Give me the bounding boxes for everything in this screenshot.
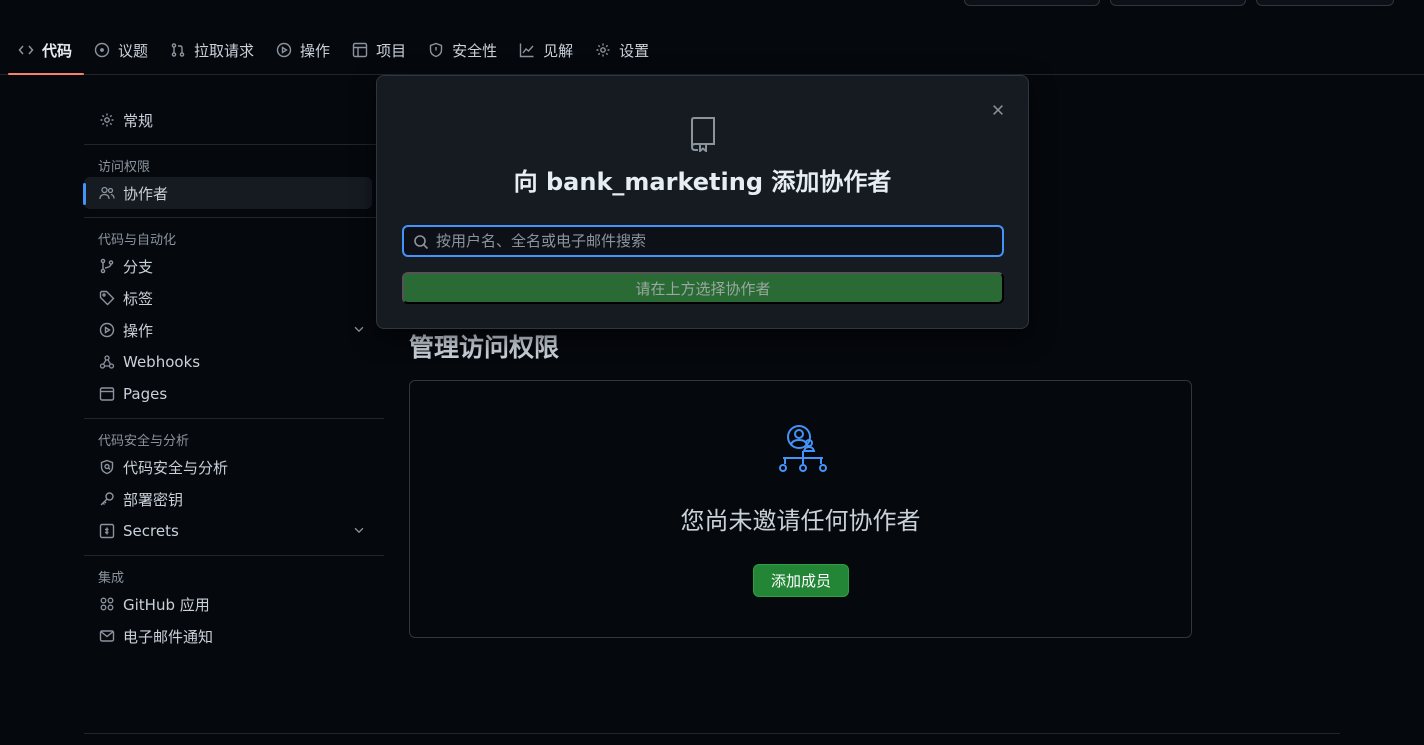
dialog-title: 向 bank_marketing 添加协作者 xyxy=(513,168,892,196)
collaborators-empty-state: 您尚未邀请任何协作者 添加成员 xyxy=(409,380,1192,638)
page: 代码 议题 拉取请求 操作 项目 安全性 见解 设置 常规 访问权限 协作者 代… xyxy=(0,0,1424,745)
secret-icon xyxy=(98,523,115,540)
sidebar-item-label: 标签 xyxy=(123,289,154,308)
tab-label: 拉取请求 xyxy=(194,41,255,60)
sidebar-item-webhooks[interactable]: Webhooks xyxy=(84,346,372,378)
tab-issues[interactable]: 议题 xyxy=(84,26,160,74)
people-icon xyxy=(98,185,115,202)
tab-pull-requests[interactable]: 拉取请求 xyxy=(160,26,266,74)
sidebar-heading-security: 代码安全与分析 xyxy=(98,433,190,449)
sidebar-item-tags[interactable]: 标签 xyxy=(84,282,372,314)
branch-icon xyxy=(98,258,115,275)
tab-label: 设置 xyxy=(619,41,650,60)
top-header-remnant xyxy=(0,0,1424,8)
table-icon xyxy=(352,42,368,58)
tab-label: 见解 xyxy=(543,41,574,60)
sidebar-item-label: 操作 xyxy=(123,321,154,340)
pull-request-icon xyxy=(170,42,186,58)
sidebar-item-label: Webhooks xyxy=(123,353,201,371)
divider xyxy=(84,144,384,145)
apps-icon xyxy=(98,596,115,613)
key-icon xyxy=(98,491,115,508)
repo-icon xyxy=(687,116,719,154)
sidebar-item-actions[interactable]: 操作 xyxy=(84,314,372,346)
divider xyxy=(84,555,384,556)
sidebar-item-general[interactable]: 常规 xyxy=(84,104,372,136)
search-icon xyxy=(413,234,429,250)
webhook-icon xyxy=(98,354,115,371)
fork-button[interactable] xyxy=(1110,0,1246,6)
divider xyxy=(84,418,384,419)
shield-icon xyxy=(428,42,444,58)
tag-icon xyxy=(98,290,115,307)
tab-label: 项目 xyxy=(376,41,407,60)
tab-label: 安全性 xyxy=(452,41,498,60)
close-icon[interactable] xyxy=(990,102,1006,118)
issue-icon xyxy=(94,42,110,58)
tab-label: 代码 xyxy=(42,41,73,60)
star-button[interactable] xyxy=(1256,0,1394,6)
add-collaborator-dialog: 向 bank_marketing 添加协作者 请在上方选择协作者 xyxy=(376,75,1029,329)
chevron-down-icon[interactable] xyxy=(352,322,366,340)
code-icon xyxy=(18,42,34,58)
empty-state-message: 您尚未邀请任何协作者 xyxy=(680,507,921,535)
sidebar-item-branches[interactable]: 分支 xyxy=(84,250,372,282)
tab-settings[interactable]: 设置 xyxy=(585,26,661,74)
sidebar-item-github-apps[interactable]: GitHub 应用 xyxy=(84,588,372,620)
browser-icon xyxy=(98,386,115,403)
sidebar-item-label: Secrets xyxy=(123,522,179,540)
sidebar-item-label: Pages xyxy=(123,385,168,403)
settings-sidebar: 常规 访问权限 协作者 代码与自动化 分支 标签 操作 Webhooks Pag… xyxy=(83,104,384,652)
footer-divider xyxy=(84,733,1340,734)
codescan-icon xyxy=(98,459,115,476)
sidebar-item-pages[interactable]: Pages xyxy=(84,378,372,410)
collaborator-search-input[interactable] xyxy=(436,227,996,255)
chevron-down-icon[interactable] xyxy=(352,523,366,541)
tab-projects[interactable]: 项目 xyxy=(342,26,418,74)
tab-label: 操作 xyxy=(300,41,331,60)
tab-actions[interactable]: 操作 xyxy=(266,26,342,74)
people-organization-icon xyxy=(775,423,831,479)
sidebar-item-label: 分支 xyxy=(123,257,154,276)
sidebar-item-label: 代码安全与分析 xyxy=(123,458,229,477)
tab-label: 议题 xyxy=(118,41,149,60)
sidebar-item-label: GitHub 应用 xyxy=(123,595,210,614)
tab-code[interactable]: 代码 xyxy=(8,26,85,75)
sidebar-item-label: 协作者 xyxy=(123,184,169,203)
sidebar-item-label: 电子邮件通知 xyxy=(123,627,214,646)
watch-button[interactable] xyxy=(964,0,1100,6)
sidebar-item-code-security[interactable]: 代码安全与分析 xyxy=(84,451,372,483)
sidebar-heading-integrations: 集成 xyxy=(98,570,125,586)
repo-nav-tabs: 代码 议题 拉取请求 操作 项目 安全性 见解 设置 xyxy=(0,26,1424,75)
gear-icon xyxy=(98,112,115,129)
sidebar-item-collaborators[interactable]: 协作者 xyxy=(83,177,372,209)
sidebar-heading-code-automation: 代码与自动化 xyxy=(98,232,177,248)
add-people-button[interactable]: 添加成员 xyxy=(753,564,849,597)
tab-security[interactable]: 安全性 xyxy=(418,26,509,74)
sidebar-item-deploy-keys[interactable]: 部署密钥 xyxy=(84,483,372,515)
collaborator-search-field[interactable] xyxy=(402,225,1004,257)
mail-icon xyxy=(98,628,115,645)
page-title: 管理访问权限 xyxy=(409,333,560,362)
sidebar-heading-access: 访问权限 xyxy=(98,159,151,175)
play-icon xyxy=(98,322,115,339)
gear-icon xyxy=(595,42,611,58)
select-collaborator-button[interactable]: 请在上方选择协作者 xyxy=(402,272,1004,304)
divider xyxy=(84,217,384,218)
sidebar-item-email-notifications[interactable]: 电子邮件通知 xyxy=(84,620,372,652)
sidebar-item-label: 部署密钥 xyxy=(123,490,184,509)
tab-insights[interactable]: 见解 xyxy=(509,26,585,74)
play-icon xyxy=(276,42,292,58)
graph-icon xyxy=(519,42,535,58)
sidebar-item-secrets[interactable]: Secrets xyxy=(84,515,372,547)
sidebar-item-label: 常规 xyxy=(123,111,154,130)
